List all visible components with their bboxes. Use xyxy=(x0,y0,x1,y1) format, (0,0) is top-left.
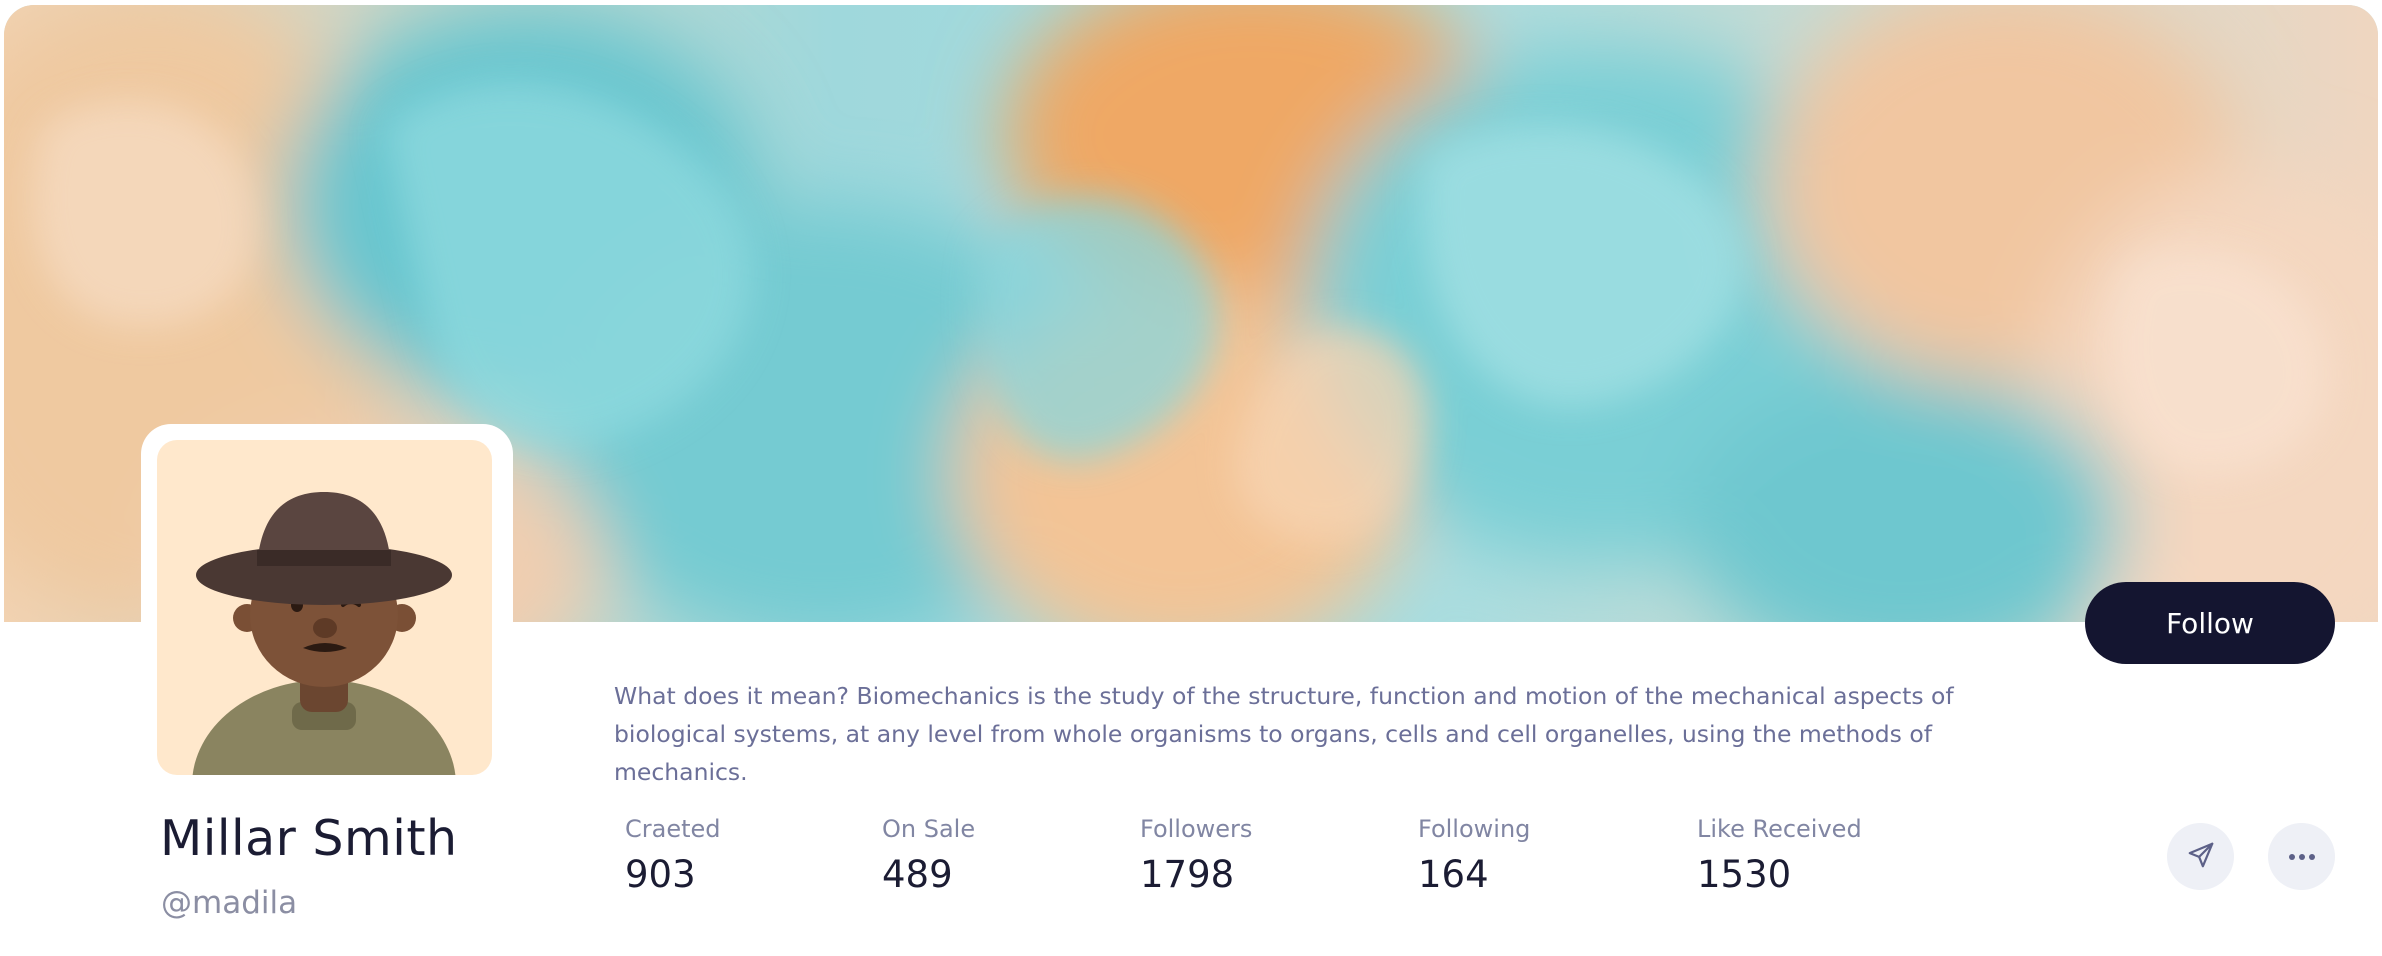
stat-followers: Followers 1798 xyxy=(1140,815,1252,896)
stat-value: 164 xyxy=(1418,853,1489,896)
stat-like-received: Like Received 1530 xyxy=(1697,815,1862,896)
more-options-button[interactable] xyxy=(2268,823,2335,890)
send-icon xyxy=(2186,840,2216,874)
stat-value: 489 xyxy=(882,853,953,896)
avatar-frame xyxy=(141,424,513,792)
profile-card: Millar Smith @madila What does it mean? … xyxy=(4,5,2378,953)
stat-label: Following xyxy=(1418,815,1531,843)
stat-value: 1530 xyxy=(1697,853,1792,896)
avatar xyxy=(157,440,492,775)
stat-value: 1798 xyxy=(1140,853,1235,896)
more-icon xyxy=(2287,847,2317,866)
profile-handle: @madila xyxy=(161,885,298,921)
stat-label: Like Received xyxy=(1697,815,1862,843)
stat-created: Craeted 903 xyxy=(625,815,721,896)
stat-label: On Sale xyxy=(882,815,976,843)
stat-label: Followers xyxy=(1140,815,1253,843)
follow-button[interactable]: Follow xyxy=(2085,582,2335,664)
stat-value: 903 xyxy=(625,853,696,896)
stat-on-sale: On Sale 489 xyxy=(882,815,975,896)
stat-label: Craeted xyxy=(625,815,721,843)
stat-following: Following 164 xyxy=(1418,815,1530,896)
profile-name: Millar Smith xyxy=(160,810,458,867)
send-message-button[interactable] xyxy=(2167,823,2234,890)
profile-bio: What does it mean? Biomechanics is the s… xyxy=(614,682,1954,786)
